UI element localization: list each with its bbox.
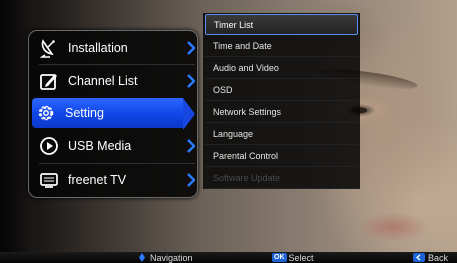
- tv-icon: [38, 169, 60, 191]
- menu-item-label: freenet TV: [68, 173, 127, 187]
- sub-item-parental-control[interactable]: Parental Control: [205, 146, 358, 167]
- navigation-label: Navigation: [150, 252, 193, 263]
- chevron-right-icon: [187, 139, 195, 153]
- chevron-right-icon: [187, 74, 195, 88]
- menu-item-label: USB Media: [68, 139, 132, 153]
- gear-icon: [35, 102, 57, 124]
- select-hint: OK Select: [272, 252, 314, 263]
- back-key-icon: [413, 253, 425, 262]
- select-label: Select: [288, 252, 314, 263]
- menu-item-channel-list[interactable]: Channel List: [35, 66, 223, 96]
- sub-item-timer-list[interactable]: Timer List: [205, 14, 358, 35]
- sub-item-network-settings[interactable]: Network Settings: [205, 102, 358, 123]
- chevron-right-icon: [187, 173, 195, 187]
- ok-key-icon: OK: [272, 253, 287, 262]
- play-circle-icon: [38, 135, 60, 157]
- navigation-hint: Navigation: [137, 252, 193, 263]
- menu-item-setting[interactable]: Setting: [32, 98, 195, 130]
- bottom-hint-bar: Navigation OK Select Back: [0, 252, 457, 263]
- sub-menu: Timer List Time and Date Audio and Video…: [203, 13, 360, 189]
- chevron-right-icon: [187, 41, 195, 55]
- menu-item-label: Setting: [65, 106, 104, 120]
- menu-item-label: Channel List: [68, 74, 138, 88]
- menu-item-freenet-tv[interactable]: freenet TV: [35, 165, 223, 195]
- edit-list-icon: [38, 70, 60, 92]
- selection-pointer: [183, 98, 195, 130]
- sub-item-time-and-date[interactable]: Time and Date: [205, 36, 358, 57]
- background-vignette: [0, 0, 30, 263]
- sub-item-osd[interactable]: OSD: [205, 80, 358, 101]
- menu-item-installation[interactable]: Installation: [35, 33, 223, 63]
- sub-item-software-update: Software Update: [205, 168, 358, 189]
- menu-item-label: Installation: [68, 41, 128, 55]
- main-menu: Installation Channel List Setting USB Me…: [28, 30, 198, 198]
- menu-divider: [39, 64, 195, 65]
- sub-item-language[interactable]: Language: [205, 124, 358, 145]
- background-face-lips: [358, 212, 428, 242]
- menu-divider: [39, 163, 195, 164]
- sub-item-audio-and-video[interactable]: Audio and Video: [205, 58, 358, 79]
- menu-item-usb-media[interactable]: USB Media: [35, 131, 223, 161]
- satellite-dish-icon: [38, 37, 60, 59]
- navigation-arrows-icon: [139, 253, 145, 262]
- back-label: Back: [428, 252, 449, 263]
- back-hint: Back: [413, 252, 448, 263]
